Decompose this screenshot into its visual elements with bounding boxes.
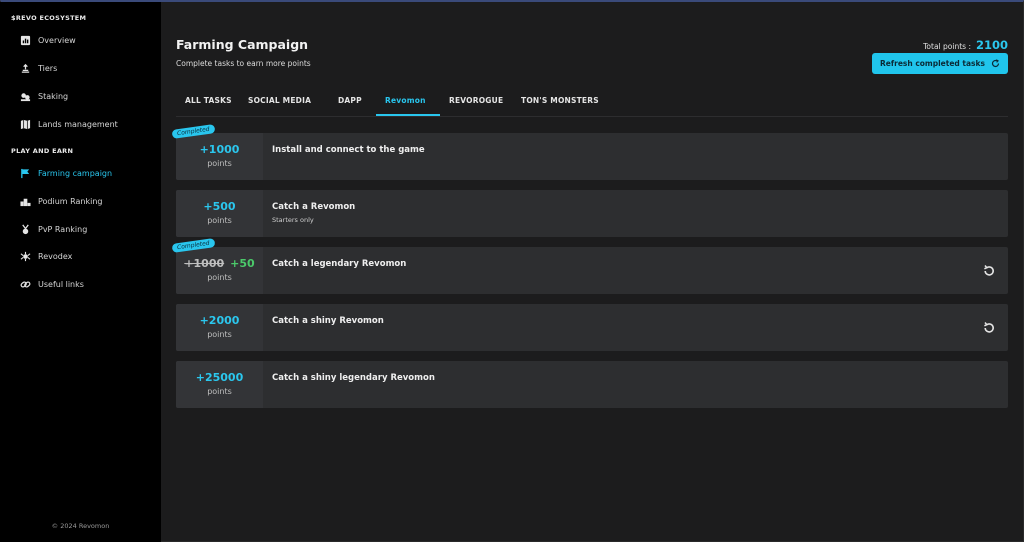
sidebar-item-tiers[interactable]: Tiers <box>20 59 57 77</box>
sidebar-item-podium[interactable]: Podium Ranking <box>20 192 103 210</box>
total-points-label: Total points : <box>923 42 971 51</box>
retry-icon[interactable] <box>982 321 996 335</box>
tab-social-media[interactable]: SOCIAL MEDIA <box>248 96 311 105</box>
sidebar-item-label: Tiers <box>38 63 58 73</box>
total-points: Total points : 2100 <box>923 38 1008 52</box>
sidebar-item-overview[interactable]: Overview <box>20 31 76 49</box>
sidebar-item-label: Overview <box>38 35 76 45</box>
refresh-completed-tasks-button[interactable]: Refresh completed tasks <box>872 53 1008 74</box>
sidebar-item-label: PvP Ranking <box>38 224 88 234</box>
task-points-value: +500 <box>203 200 236 213</box>
main-content: Farming Campaign Complete tasks to earn … <box>161 2 1023 541</box>
active-tab-indicator <box>376 114 440 116</box>
task-points-unit: points <box>207 273 232 282</box>
task-card: +25000 points Catch a shiny legendary Re… <box>176 361 1008 408</box>
link-icon <box>20 280 31 288</box>
sidebar-item-revodex[interactable]: Revodex <box>20 247 72 265</box>
task-points-value: +1000 <box>199 143 240 156</box>
task-tabs: ALL TASKS SOCIAL MEDIA DAPP Revomon REVO… <box>176 89 1008 117</box>
map-icon <box>20 119 31 129</box>
task-points: +1000 +50 points <box>176 247 263 294</box>
task-name: Catch a shiny legendary Revomon <box>272 373 435 383</box>
chart-icon <box>20 35 31 45</box>
task-points: +500 points <box>176 190 263 237</box>
sidebar-item-label: Staking <box>38 91 69 101</box>
sidebar-item-label: Podium Ranking <box>38 196 103 206</box>
task-card: +1000 +50 points Completed Catch a legend… <box>171 238 1008 294</box>
page-title: Farming Campaign <box>176 37 309 52</box>
refresh-button-label: Refresh completed tasks <box>880 59 985 68</box>
flag-icon <box>21 168 30 178</box>
task-name: Catch a Revomon <box>272 202 356 212</box>
tab-tons-monsters[interactable]: TON'S MONSTERS <box>521 96 599 105</box>
task-points: +1000 points <box>176 133 263 180</box>
task-points-new: +50 <box>230 257 255 270</box>
task-name: Catch a legendary Revomon <box>272 259 407 269</box>
sidebar-item-staking[interactable]: Staking <box>20 87 68 105</box>
page-subtitle: Complete tasks to earn more points <box>176 59 311 68</box>
sidebar-footer: © 2024 Revomon <box>51 522 110 530</box>
tiers-icon <box>21 63 30 73</box>
task-points-unit: points <box>207 387 232 396</box>
task-card: +500 points Catch a Revomon Starters onl… <box>176 190 1008 237</box>
task-points-unit: points <box>207 159 232 168</box>
task-points: +2000 points <box>176 304 263 351</box>
sidebar-item-farming[interactable]: Farming campaign <box>20 164 112 182</box>
task-points-value: +25000 <box>195 371 244 384</box>
revodex-icon <box>20 251 31 261</box>
task-name: Install and connect to the game <box>272 145 425 155</box>
sidebar-item-lands[interactable]: Lands management <box>20 115 118 133</box>
sidebar-item-label: Lands management <box>38 119 118 129</box>
task-points-value: +2000 <box>199 314 240 327</box>
total-points-value: 2100 <box>975 38 1008 52</box>
tab-revorogue[interactable]: REVOROGUE <box>449 96 503 105</box>
tab-dapp[interactable]: DAPP <box>338 96 362 105</box>
medal-icon <box>22 224 29 234</box>
task-card: +2000 points Catch a shiny Revomon <box>176 304 1008 351</box>
sidebar-item-links[interactable]: Useful links <box>20 275 84 293</box>
task-card: +1000 points Completed Install and conne… <box>171 124 1008 180</box>
retry-icon[interactable] <box>982 264 996 278</box>
task-points-old: +1000 <box>184 257 225 270</box>
sidebar-item-pvp[interactable]: PvP Ranking <box>20 220 87 238</box>
task-name: Catch a shiny Revomon <box>272 316 384 326</box>
tab-revomon[interactable]: Revomon <box>385 96 426 105</box>
tab-all-tasks[interactable]: ALL TASKS <box>185 96 232 105</box>
sidebar: $REVO ECOSYSTEM Overview Tiers Staking L… <box>0 2 161 542</box>
sidebar-item-label: Revodex <box>38 251 73 261</box>
task-points-unit: points <box>207 216 232 225</box>
task-points-value: +1000 +50 <box>184 257 254 271</box>
sidebar-section-play: PLAY AND EARN <box>11 147 74 155</box>
task-points: +25000 points <box>176 361 263 408</box>
sidebar-section-ecosystem: $REVO ECOSYSTEM <box>11 14 87 22</box>
podium-icon <box>20 198 31 206</box>
sidebar-item-label: Farming campaign <box>38 168 113 178</box>
refresh-icon <box>991 59 1000 68</box>
task-subtitle: Starters only <box>272 216 314 224</box>
task-points-unit: points <box>207 330 232 339</box>
staking-icon <box>20 92 31 101</box>
sidebar-item-label: Useful links <box>38 279 84 289</box>
